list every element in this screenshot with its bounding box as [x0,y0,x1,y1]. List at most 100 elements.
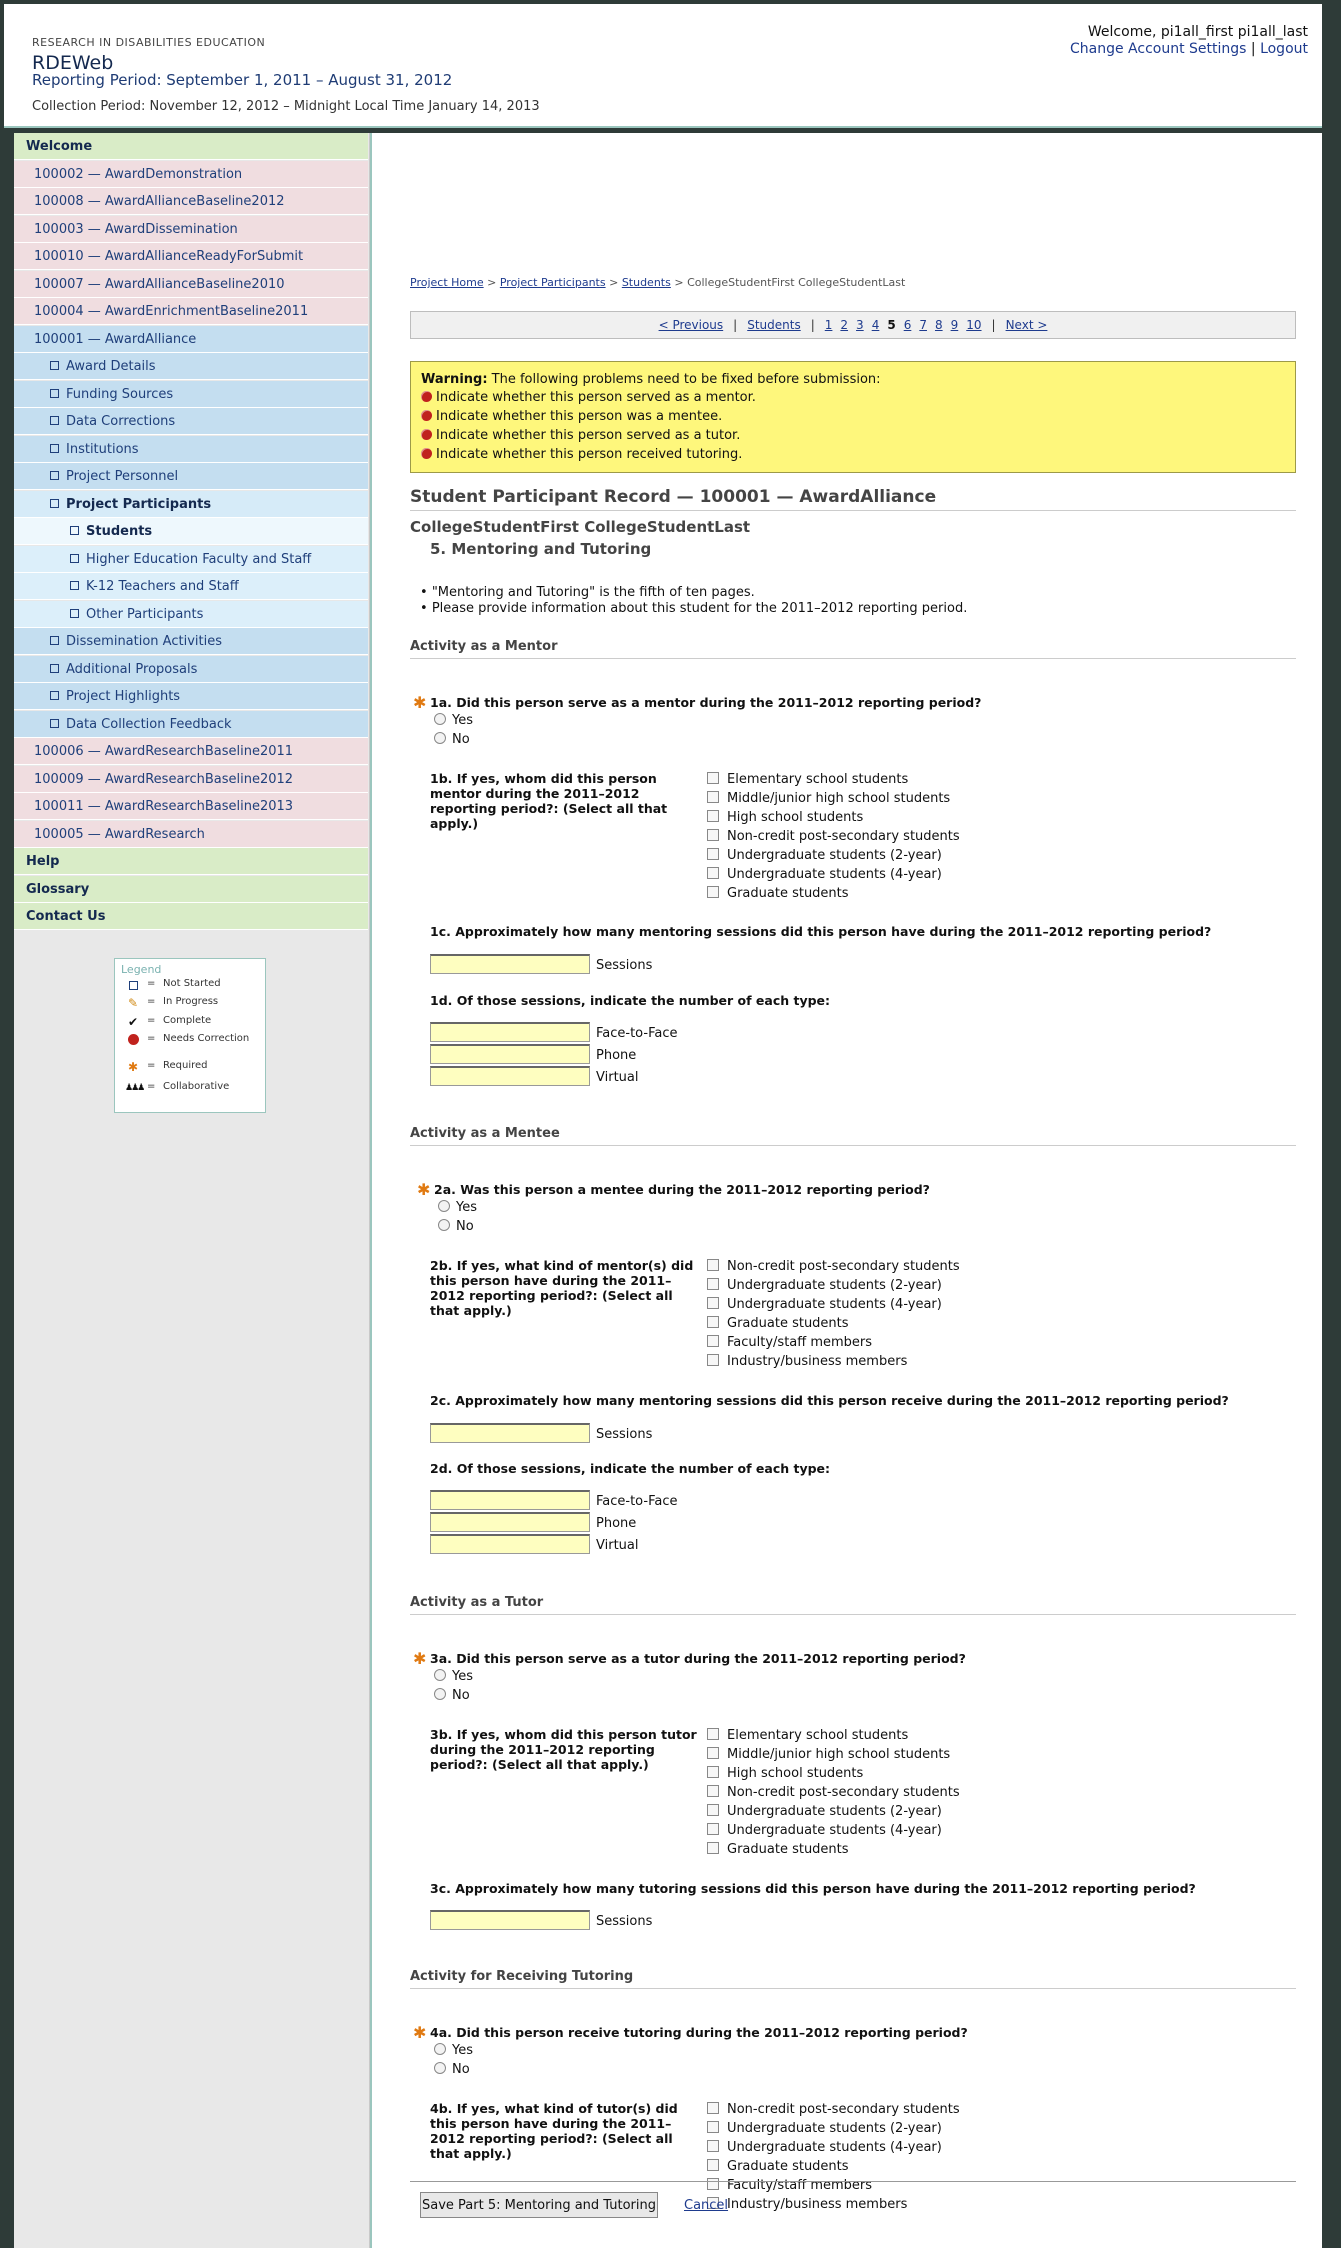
checkbox-option[interactable]: Graduate students [707,884,960,903]
checkbox[interactable] [707,2121,719,2133]
nav-award-active[interactable]: 100001 — AwardAlliance [14,325,368,353]
checkbox[interactable] [707,1278,719,1290]
pager-page[interactable]: 7 [919,318,927,332]
pager-next[interactable]: Next > [1006,318,1048,332]
radio-circle[interactable] [438,1219,450,1231]
checkbox-option[interactable]: Non-credit post-secondary students [707,1257,960,1276]
checkbox[interactable] [707,886,719,898]
pager-students[interactable]: Students [747,318,801,332]
checkbox-option[interactable]: Elementary school students [707,770,960,789]
breadcrumb-project-home[interactable]: Project Home [410,276,484,289]
checkbox-option[interactable]: Non-credit post-secondary students [707,827,960,846]
checkbox[interactable] [707,2159,719,2171]
nav-award[interactable]: 100009 — AwardResearchBaseline2012 [14,765,368,793]
checkbox-option[interactable]: Middle/junior high school students [707,1745,960,1764]
checkbox[interactable] [707,1804,719,1816]
phone-input[interactable] [430,1044,590,1064]
nav-award[interactable]: 100005 — AwardResearch [14,820,368,848]
checkbox[interactable] [707,791,719,803]
nav-award[interactable]: 100010 — AwardAllianceReadyForSubmit [14,243,368,270]
nav-sub-other-participants[interactable]: Other Participants [14,600,368,628]
checkbox[interactable] [707,1747,719,1759]
radio-yes[interactable]: Yes [434,1669,473,1684]
checkbox[interactable] [707,1842,719,1854]
nav-award[interactable]: 100002 — AwardDemonstration [14,160,368,188]
nav-help[interactable]: Help [14,848,368,875]
checkbox[interactable] [707,829,719,841]
nav-award[interactable]: 100004 — AwardEnrichmentBaseline2011 [14,298,368,325]
sessions-input[interactable] [430,1910,590,1930]
nav-welcome[interactable]: Welcome [14,133,368,160]
checkbox-option[interactable]: Graduate students [707,2157,960,2176]
sessions-input[interactable] [430,1423,590,1443]
checkbox-option[interactable]: Undergraduate students (4-year) [707,2138,960,2157]
breadcrumb-project-participants[interactable]: Project Participants [500,276,606,289]
checkbox-option[interactable]: Graduate students [707,1314,960,1333]
radio-circle[interactable] [434,2043,446,2055]
radio-no[interactable]: No [438,1219,474,1234]
save-part-button[interactable]: Save Part 5: Mentoring and Tutoring [420,2192,658,2218]
breadcrumb-students[interactable]: Students [622,276,671,289]
checkbox-option[interactable]: Undergraduate students (4-year) [707,1821,960,1840]
checkbox[interactable] [707,772,719,784]
checkbox[interactable] [707,1259,719,1271]
checkbox[interactable] [707,1335,719,1347]
checkbox-option[interactable]: Faculty/staff members [707,2176,960,2195]
checkbox[interactable] [707,2102,719,2114]
nav-sub-dissemination-activities[interactable]: Dissemination Activities [14,628,368,655]
checkbox[interactable] [707,867,719,879]
nav-award[interactable]: 100006 — AwardResearchBaseline2011 [14,738,368,765]
nav-sub-institutions[interactable]: Institutions [14,435,368,463]
phone-input[interactable] [430,1512,590,1532]
nav-award[interactable]: 100003 — AwardDissemination [14,215,368,243]
pager-page[interactable]: 8 [935,318,943,332]
checkbox-option[interactable]: Undergraduate students (2-year) [707,1802,960,1821]
checkbox[interactable] [707,1297,719,1309]
radio-circle[interactable] [434,732,446,744]
radio-no[interactable]: No [434,1688,470,1703]
radio-circle[interactable] [438,1200,450,1212]
radio-no[interactable]: No [434,732,470,747]
nav-sub-funding-sources[interactable]: Funding Sources [14,380,368,408]
radio-circle[interactable] [434,1669,446,1681]
checkbox-option[interactable]: Undergraduate students (2-year) [707,2119,960,2138]
checkbox-option[interactable]: High school students [707,808,960,827]
logout-link[interactable]: Logout [1260,41,1308,57]
nav-sub-additional-proposals[interactable]: Additional Proposals [14,655,368,683]
radio-circle[interactable] [434,1688,446,1700]
checkbox-option[interactable]: Industry/business members [707,1352,960,1371]
pager-previous[interactable]: < Previous [659,318,724,332]
checkbox-option[interactable]: Non-credit post-secondary students [707,1783,960,1802]
nav-contact-us[interactable]: Contact Us [14,903,368,930]
virtual-input[interactable] [430,1534,590,1554]
checkbox-option[interactable]: Undergraduate students (2-year) [707,846,960,865]
checkbox[interactable] [707,1354,719,1366]
nav-sub-students[interactable]: Students [14,518,368,545]
face-to-face-input[interactable] [430,1022,590,1042]
checkbox-option[interactable]: Faculty/staff members [707,1333,960,1352]
checkbox-option[interactable]: Undergraduate students (4-year) [707,1295,960,1314]
pager-page[interactable]: 6 [904,318,912,332]
pager-page[interactable]: 3 [856,318,864,332]
radio-circle[interactable] [434,2062,446,2074]
checkbox-option[interactable]: Undergraduate students (2-year) [707,1276,960,1295]
nav-sub-data-collection-feedback[interactable]: Data Collection Feedback [14,710,368,738]
checkbox[interactable] [707,810,719,822]
nav-glossary[interactable]: Glossary [14,875,368,903]
nav-sub-award-details[interactable]: Award Details [14,353,368,380]
checkbox-option[interactable]: Elementary school students [707,1726,960,1745]
checkbox-option[interactable]: Graduate students [707,1840,960,1859]
change-account-settings-link[interactable]: Change Account Settings [1070,41,1246,57]
checkbox-option[interactable]: Industry/business members [707,2195,960,2214]
pager-page[interactable]: 1 [825,318,833,332]
sessions-input[interactable] [430,954,590,974]
pager-page[interactable]: 4 [872,318,880,332]
nav-sub-k-12-teachers-and-staff[interactable]: K-12 Teachers and Staff [14,573,368,600]
checkbox[interactable] [707,848,719,860]
checkbox[interactable] [707,1823,719,1835]
nav-sub-project-highlights[interactable]: Project Highlights [14,683,368,710]
checkbox[interactable] [707,1785,719,1797]
nav-award[interactable]: 100011 — AwardResearchBaseline2013 [14,793,368,820]
cancel-link[interactable]: Cancel [684,2198,728,2213]
pager-page[interactable]: 10 [966,318,981,332]
